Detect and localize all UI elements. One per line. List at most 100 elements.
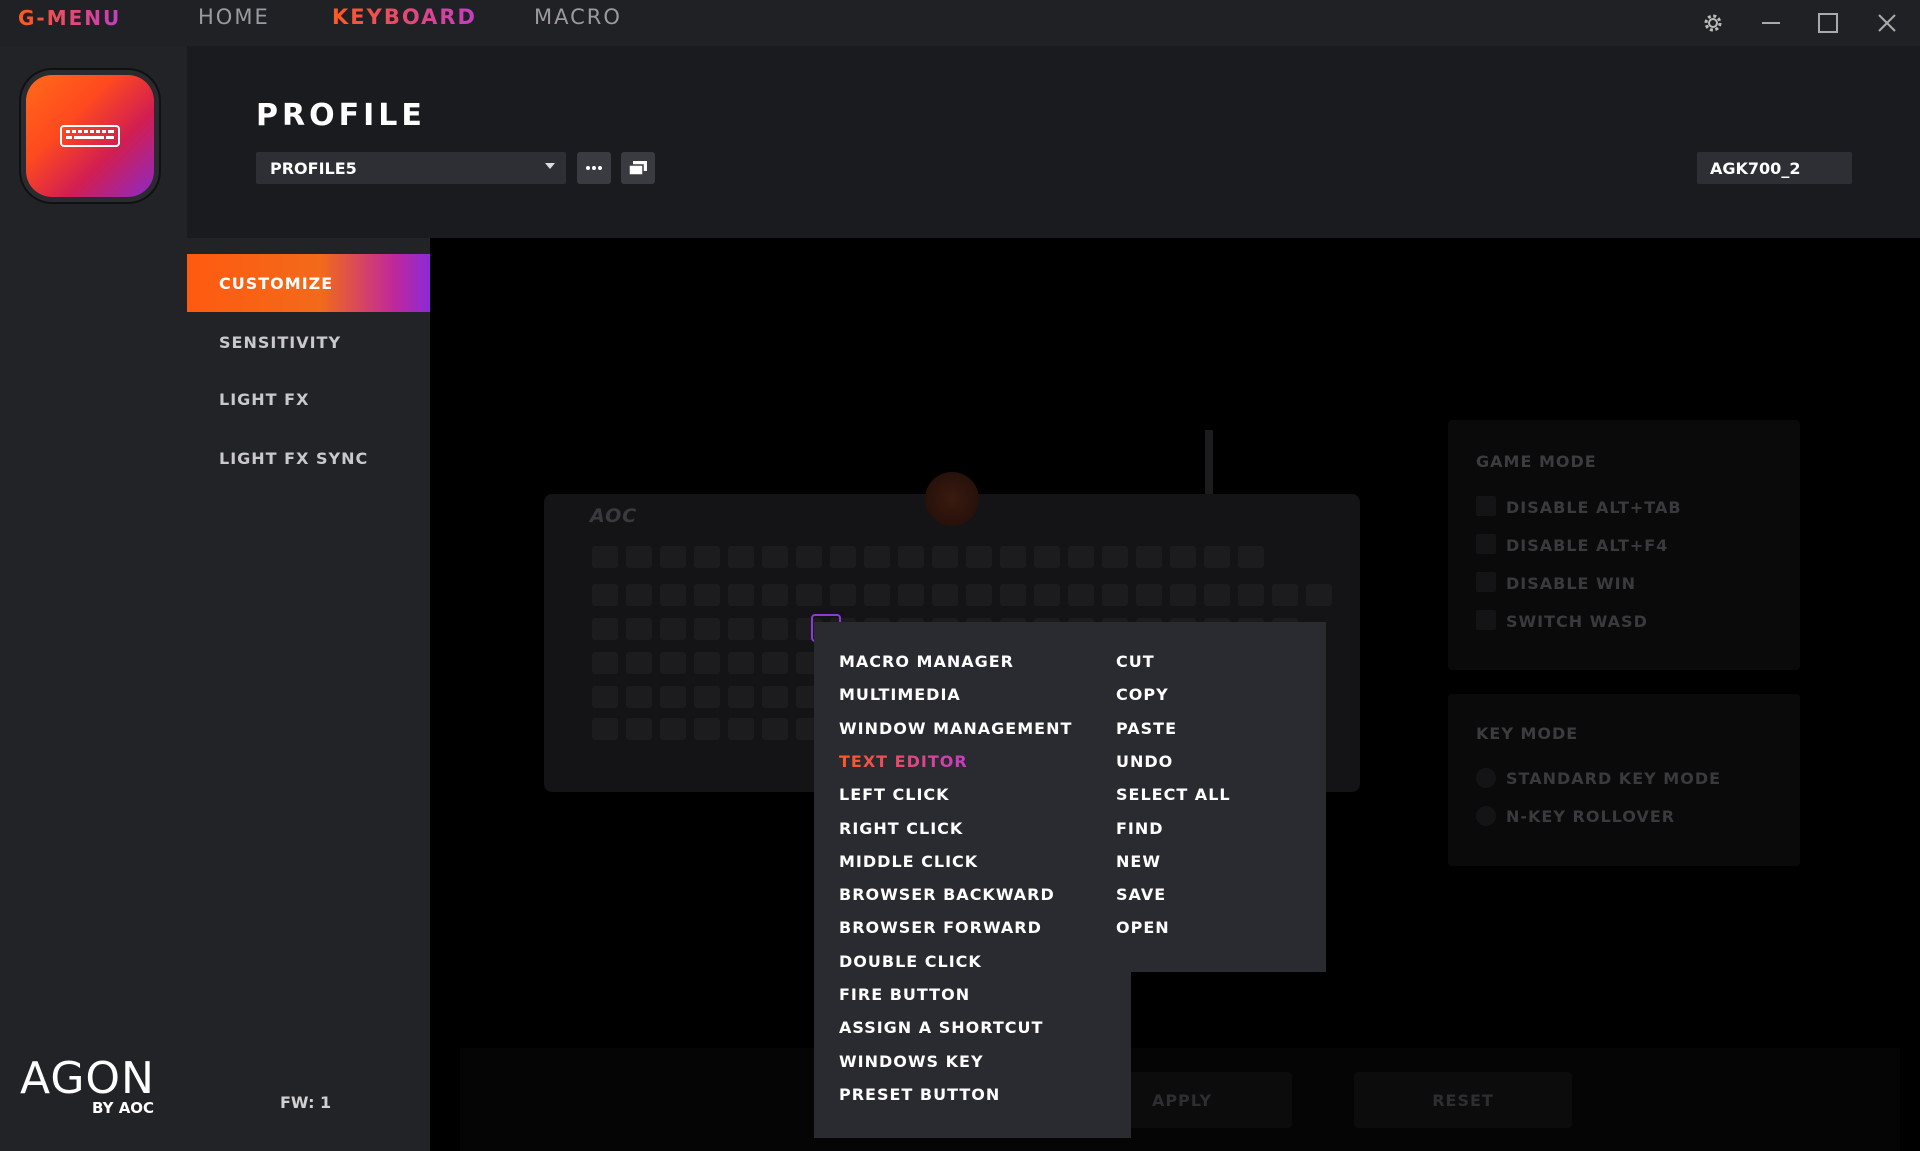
keyboard-key[interactable] — [796, 584, 822, 606]
keyboard-key[interactable] — [1068, 546, 1094, 568]
menu-light-fx-sync[interactable]: LIGHT FX SYNC — [187, 429, 430, 487]
maximize-icon[interactable] — [1811, 6, 1845, 40]
copy-profile-icon[interactable] — [621, 152, 655, 184]
context-item-browser-backward[interactable]: BROWSER BACKWARD — [839, 885, 1055, 904]
nav-keyboard[interactable]: KEYBOARD — [332, 5, 477, 29]
keyboard-key[interactable] — [762, 718, 788, 740]
keyboard-key[interactable] — [592, 652, 618, 674]
keyboard-key[interactable] — [762, 546, 788, 568]
keyboard-key[interactable] — [592, 584, 618, 606]
keyboard-key[interactable] — [898, 584, 924, 606]
close-icon[interactable] — [1870, 6, 1904, 40]
context-item-window-management[interactable]: WINDOW MANAGEMENT — [839, 719, 1072, 738]
keyboard-key[interactable] — [660, 686, 686, 708]
keyboard-key[interactable] — [1034, 584, 1060, 606]
keyboard-key[interactable] — [626, 652, 652, 674]
keyboard-key[interactable] — [966, 584, 992, 606]
keyboard-key[interactable] — [762, 652, 788, 674]
keyboard-key[interactable] — [728, 584, 754, 606]
keyboard-key[interactable] — [728, 686, 754, 708]
device-name[interactable]: AGK700_2 — [1697, 152, 1852, 184]
keyboard-key[interactable] — [1272, 584, 1298, 606]
context-item-assign-a-shortcut[interactable]: ASSIGN A SHORTCUT — [839, 1018, 1043, 1037]
nav-home[interactable]: HOME — [198, 5, 270, 29]
keyboard-key[interactable] — [966, 546, 992, 568]
context-item-macro-manager[interactable]: MACRO MANAGER — [839, 652, 1014, 671]
keyboard-key[interactable] — [1170, 546, 1196, 568]
submenu-item-open[interactable]: OPEN — [1116, 918, 1170, 937]
keyboard-key[interactable] — [592, 546, 618, 568]
checkbox-disable-win[interactable] — [1476, 572, 1496, 592]
keyboard-key[interactable] — [660, 618, 686, 640]
keyboard-key[interactable] — [898, 546, 924, 568]
keyboard-key[interactable] — [728, 618, 754, 640]
keyboard-key[interactable] — [694, 618, 720, 640]
checkbox-switch-wasd[interactable] — [1476, 610, 1496, 630]
keyboard-key[interactable] — [932, 584, 958, 606]
context-item-multimedia[interactable]: MULTIMEDIA — [839, 685, 961, 704]
keyboard-key[interactable] — [1068, 584, 1094, 606]
keyboard-key[interactable] — [694, 686, 720, 708]
keyboard-key[interactable] — [694, 652, 720, 674]
context-item-windows-key[interactable]: WINDOWS KEY — [839, 1052, 984, 1071]
radio-standard-key-mode[interactable] — [1476, 768, 1496, 788]
keyboard-key[interactable] — [864, 546, 890, 568]
minimize-icon[interactable] — [1754, 6, 1788, 40]
profile-dropdown[interactable]: PROFILE5 — [256, 152, 566, 184]
keyboard-key[interactable] — [660, 652, 686, 674]
radio-n-key-rollover[interactable] — [1476, 806, 1496, 826]
keyboard-key[interactable] — [830, 546, 856, 568]
keyboard-key[interactable] — [762, 686, 788, 708]
keyboard-key[interactable] — [626, 546, 652, 568]
keyboard-key[interactable] — [1170, 584, 1196, 606]
keyboard-key[interactable] — [660, 584, 686, 606]
keyboard-key[interactable] — [1136, 584, 1162, 606]
keyboard-key[interactable] — [694, 546, 720, 568]
submenu-item-undo[interactable]: UNDO — [1116, 752, 1173, 771]
keyboard-key[interactable] — [1136, 546, 1162, 568]
keyboard-key[interactable] — [1102, 584, 1128, 606]
keyboard-key[interactable] — [1306, 584, 1332, 606]
keyboard-key[interactable] — [592, 686, 618, 708]
nav-macro[interactable]: MACRO — [534, 5, 622, 29]
keyboard-key[interactable] — [694, 718, 720, 740]
menu-light-fx[interactable]: LIGHT FX — [187, 370, 430, 428]
context-item-text-editor[interactable]: TEXT EDITOR — [839, 752, 968, 771]
keyboard-key[interactable] — [1238, 546, 1264, 568]
keyboard-key[interactable] — [762, 618, 788, 640]
keyboard-key[interactable] — [660, 718, 686, 740]
menu-customize[interactable]: CUSTOMIZE — [187, 254, 430, 312]
keyboard-key[interactable] — [1000, 546, 1026, 568]
keyboard-key[interactable] — [1000, 584, 1026, 606]
checkbox-disable-alt-f4[interactable] — [1476, 534, 1496, 554]
keyboard-key[interactable] — [592, 718, 618, 740]
more-options-icon[interactable] — [577, 152, 611, 184]
keyboard-key[interactable] — [932, 546, 958, 568]
keyboard-key[interactable] — [864, 584, 890, 606]
keyboard-key[interactable] — [1102, 546, 1128, 568]
keyboard-key[interactable] — [626, 584, 652, 606]
checkbox-disable-alt-tab[interactable] — [1476, 496, 1496, 516]
keyboard-key[interactable] — [592, 618, 618, 640]
keyboard-key[interactable] — [1034, 546, 1060, 568]
keyboard-key[interactable] — [694, 584, 720, 606]
keyboard-key[interactable] — [660, 546, 686, 568]
submenu-item-save[interactable]: SAVE — [1116, 885, 1166, 904]
context-item-right-click[interactable]: RIGHT CLICK — [839, 819, 963, 838]
keyboard-key[interactable] — [796, 546, 822, 568]
reset-button[interactable]: RESET — [1354, 1072, 1572, 1128]
submenu-item-cut[interactable]: CUT — [1116, 652, 1155, 671]
menu-sensitivity[interactable]: SENSITIVITY — [187, 313, 430, 371]
context-item-middle-click[interactable]: MIDDLE CLICK — [839, 852, 978, 871]
submenu-item-select-all[interactable]: SELECT ALL — [1116, 785, 1231, 804]
settings-gear-icon[interactable] — [1696, 6, 1730, 40]
context-item-preset-button[interactable]: PRESET BUTTON — [839, 1085, 1000, 1104]
context-item-browser-forward[interactable]: BROWSER FORWARD — [839, 918, 1042, 937]
keyboard-icon[interactable] — [26, 75, 154, 197]
submenu-item-paste[interactable]: PASTE — [1116, 719, 1177, 738]
keyboard-key[interactable] — [762, 584, 788, 606]
submenu-item-find[interactable]: FIND — [1116, 819, 1164, 838]
keyboard-key[interactable] — [1238, 584, 1264, 606]
volume-knob[interactable] — [925, 472, 979, 526]
keyboard-key[interactable] — [728, 718, 754, 740]
